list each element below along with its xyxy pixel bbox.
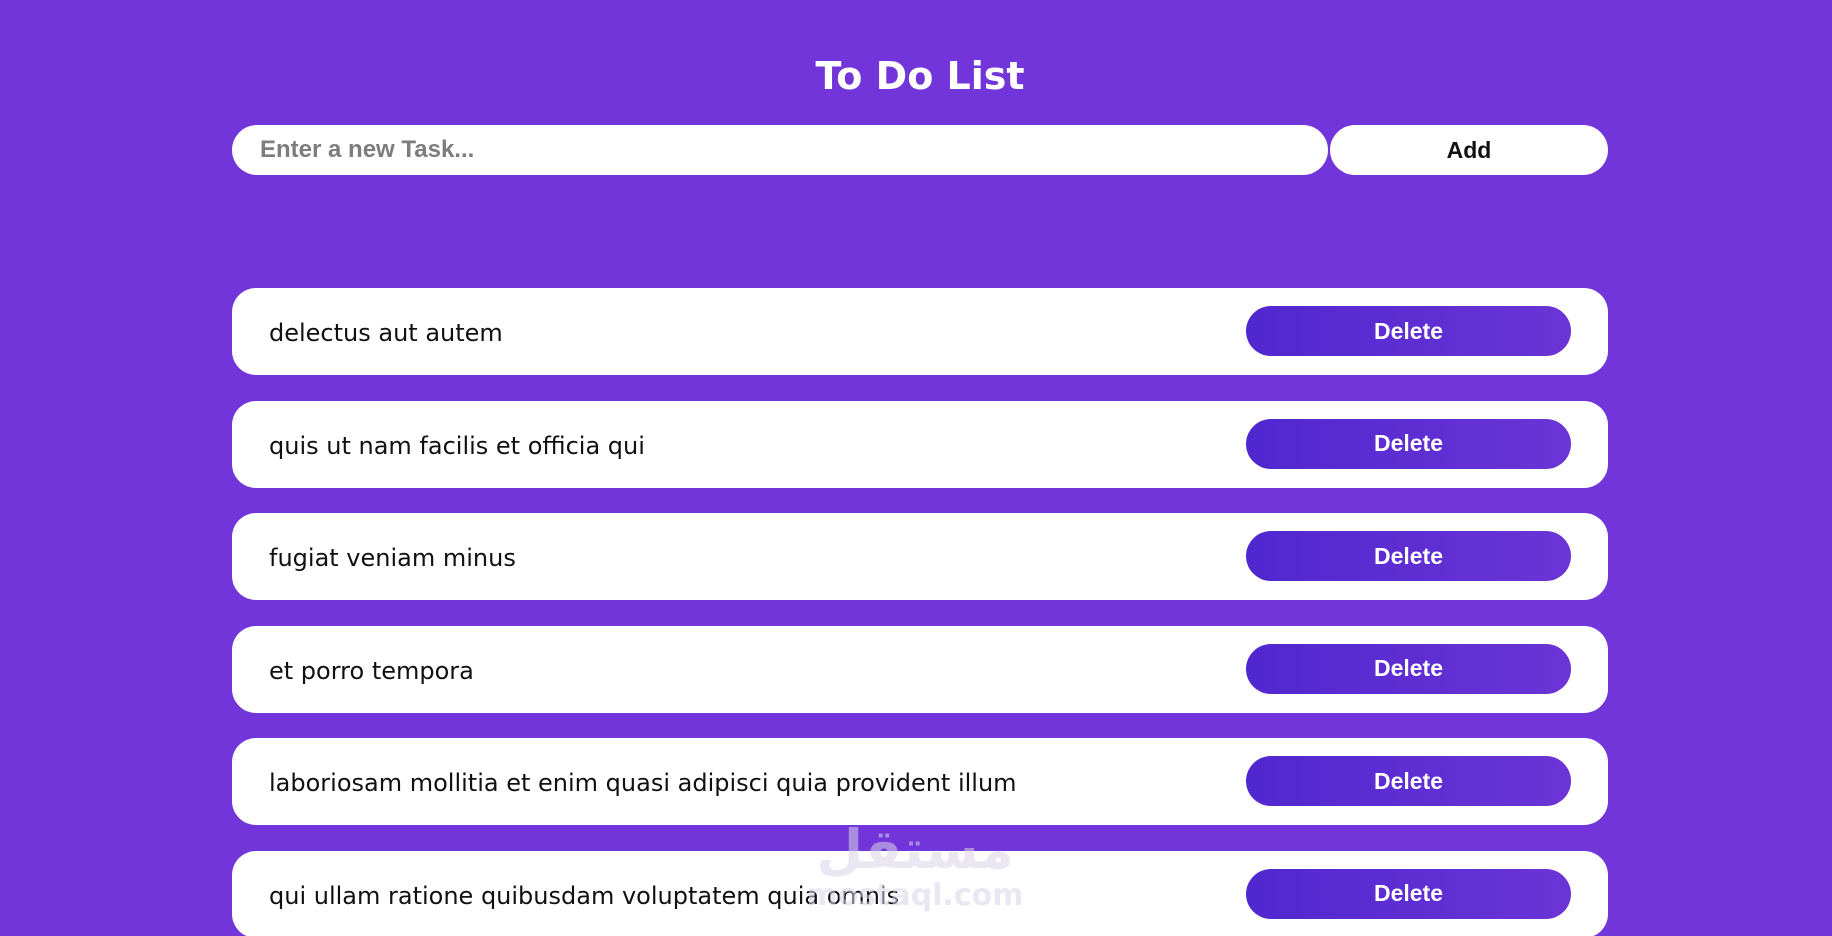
task-item: quis ut nam facilis et officia qui Delet… <box>232 400 1608 488</box>
delete-task-button[interactable]: Delete <box>1246 756 1571 806</box>
task-text: fugiat veniam minus <box>269 544 516 572</box>
task-item: fugiat veniam minus Delete <box>232 513 1608 600</box>
add-task-button[interactable]: Add <box>1330 125 1608 175</box>
task-text: laboriosam mollitia et enim quasi adipis… <box>269 769 1017 797</box>
delete-task-button[interactable]: Delete <box>1246 643 1571 694</box>
page-title: To Do List <box>815 54 1025 98</box>
task-item: qui ullam ratione quibusdam voluptatem q… <box>232 850 1608 936</box>
task-item: laboriosam mollitia et enim quasi adipis… <box>232 738 1608 825</box>
new-task-input[interactable] <box>232 125 1328 175</box>
task-text: delectus aut autem <box>269 319 503 347</box>
task-text: et porro tempora <box>269 656 474 685</box>
todo-app: To Do List Add delectus aut autem Delete… <box>0 0 1832 936</box>
delete-task-button[interactable]: Delete <box>1246 418 1571 469</box>
task-list: delectus aut autem Delete quis ut nam fa… <box>232 288 1608 936</box>
task-item: et porro tempora Delete <box>232 625 1608 713</box>
task-text: quis ut nam facilis et officia qui <box>269 431 645 460</box>
task-item: delectus aut autem Delete <box>232 288 1608 375</box>
new-task-form: Add <box>232 125 1608 175</box>
delete-task-button[interactable]: Delete <box>1246 531 1571 581</box>
delete-task-button[interactable]: Delete <box>1246 868 1571 919</box>
delete-task-button[interactable]: Delete <box>1246 306 1571 356</box>
task-text: qui ullam ratione quibusdam voluptatem q… <box>269 881 900 910</box>
